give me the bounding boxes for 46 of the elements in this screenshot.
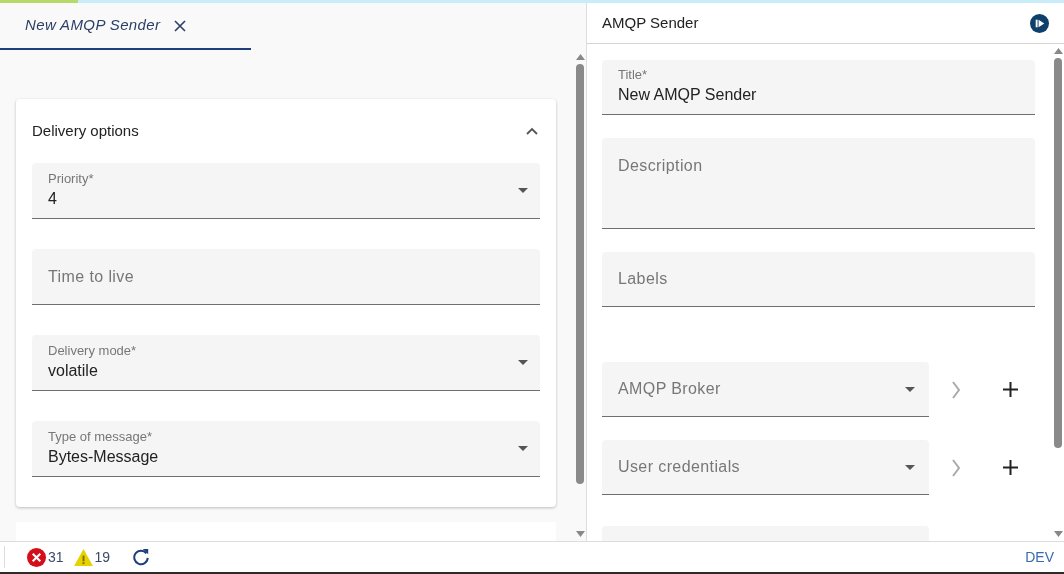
- field-label: Type of message*: [48, 428, 154, 445]
- error-count: 31: [48, 547, 64, 567]
- select-field[interactable]: Type of message* Bytes-Message: [32, 421, 540, 477]
- add-icon[interactable]: [1003, 460, 1018, 475]
- select-field[interactable]: Priority* 4: [32, 163, 540, 219]
- scroll-up-icon[interactable]: [1053, 48, 1063, 54]
- scroll-down-icon[interactable]: [575, 531, 585, 537]
- dropdown-caret-icon[interactable]: [518, 446, 528, 451]
- input-field[interactable]: Description: [602, 138, 1035, 229]
- card-title: Delivery options: [32, 120, 139, 141]
- field-label: Description: [618, 156, 703, 176]
- dropdown-caret-icon[interactable]: [518, 360, 528, 365]
- dropdown-caret-icon[interactable]: [518, 188, 528, 193]
- collapse-chevron-icon[interactable]: [526, 127, 538, 135]
- field-label: User credentials: [618, 457, 741, 477]
- select-field[interactable]: User credentials: [602, 440, 929, 495]
- field-label: AMQP Broker: [618, 379, 722, 399]
- field-label: Labels: [618, 269, 669, 289]
- scrollbar-thumb[interactable]: [576, 64, 584, 484]
- field-value: volatile: [48, 360, 99, 381]
- add-icon[interactable]: [1003, 382, 1018, 397]
- close-icon[interactable]: [174, 19, 187, 32]
- field-label: Priority*: [48, 170, 95, 187]
- refresh-icon[interactable]: [132, 548, 151, 566]
- select-field[interactable]: AMQP Broker: [602, 362, 929, 417]
- error-icon[interactable]: [27, 547, 46, 567]
- scroll-up-icon[interactable]: [575, 54, 585, 60]
- field-label: Delivery mode*: [48, 342, 138, 359]
- input-field[interactable]: Time to live: [32, 249, 540, 305]
- scroll-down-icon[interactable]: [1053, 531, 1063, 537]
- editor-tab[interactable]: New AMQP Sender: [0, 3, 251, 50]
- field-label: Time to live: [48, 266, 135, 287]
- field-value: Bytes-Message: [48, 446, 160, 467]
- dropdown-caret-icon[interactable]: [905, 464, 915, 470]
- warning-count: 19: [94, 547, 111, 567]
- scrollbar-thumb[interactable]: [1054, 58, 1062, 448]
- environment-label: DEV: [1025, 547, 1054, 567]
- select-field[interactable]: Delivery mode* volatile: [32, 335, 540, 391]
- field-value: 4: [48, 188, 58, 209]
- dropdown-caret-icon[interactable]: [905, 386, 915, 392]
- input-field[interactable]: Labels: [602, 252, 1035, 307]
- field-value: New AMQP Sender: [618, 85, 758, 105]
- input-field[interactable]: Title* New AMQP Sender: [602, 60, 1035, 115]
- panel-title: AMQP Sender: [602, 12, 699, 33]
- run-icon[interactable]: [1030, 13, 1049, 33]
- field-label: Title*: [618, 67, 649, 83]
